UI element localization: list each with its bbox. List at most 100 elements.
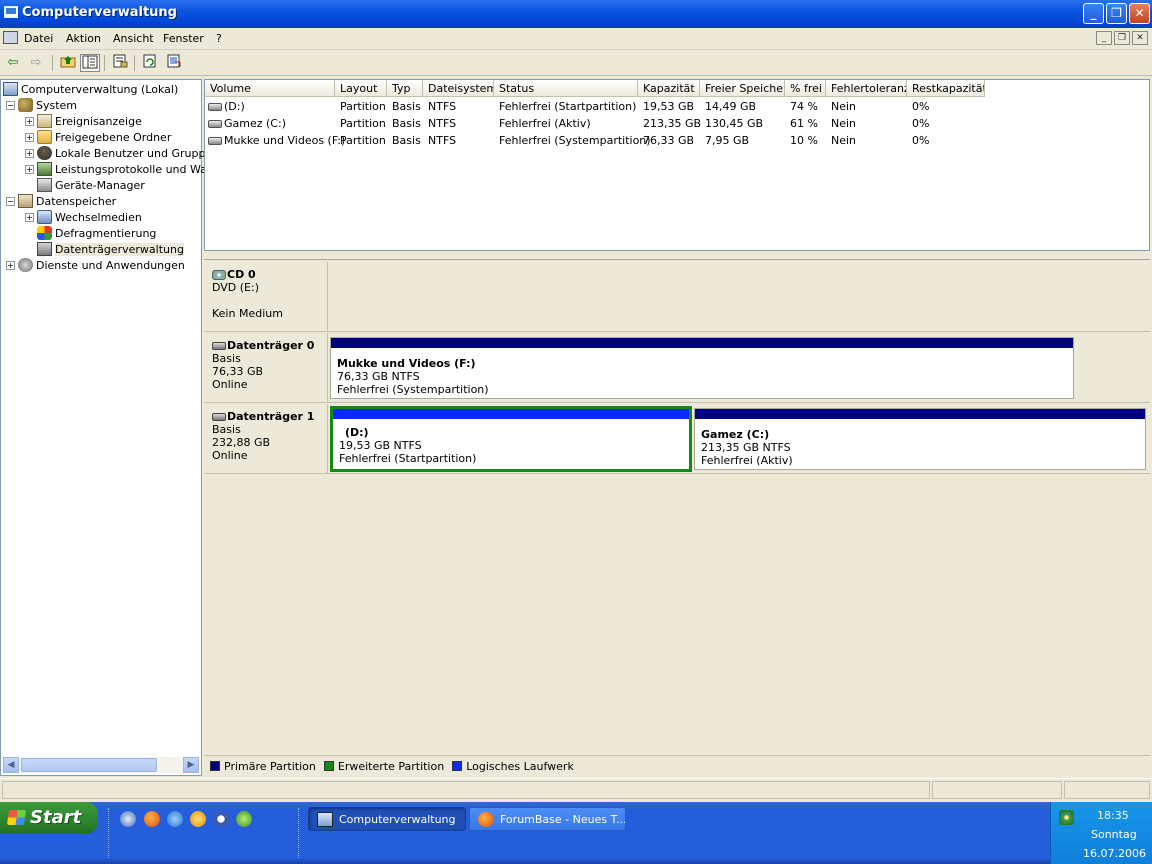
partition-d[interactable]: (D:) 19,53 GB NTFS Fehlerfrei (Startpart…: [330, 406, 692, 472]
cell-fehlertoleranz: Nein: [831, 100, 857, 113]
tree-item-geraete-manager[interactable]: Geräte-Manager: [37, 177, 145, 193]
tree-item-ereignisanzeige[interactable]: + Ereignisanzeige: [25, 113, 142, 129]
disk-body-0: Mukke und Videos (F:) 76,33 GB NTFS Fehl…: [328, 333, 1150, 402]
tree-item-label: Ereignisanzeige: [55, 114, 142, 128]
expand-icon[interactable]: +: [25, 116, 34, 126]
clock-time[interactable]: 18:35: [1097, 809, 1129, 822]
col-header-restkapazitaet[interactable]: Restkapazität: [907, 80, 985, 97]
tree-item-wechselmedien[interactable]: + Wechselmedien: [25, 209, 142, 225]
tree-item-system[interactable]: − System: [6, 97, 77, 113]
defrag-icon: [37, 226, 52, 240]
tree-item-datentraegerverwaltung[interactable]: Datenträgerverwaltung: [37, 241, 184, 257]
col-header-freier-speicher[interactable]: Freier Speicher: [700, 80, 785, 97]
disk-row-0[interactable]: Datenträger 0 Basis 76,33 GB Online Mukk…: [204, 333, 1150, 403]
expand-icon[interactable]: +: [25, 212, 34, 222]
volume-row[interactable]: Mukke und Videos (F:) Partition Basis NT…: [205, 132, 1149, 149]
app-icon[interactable]: [236, 811, 252, 827]
winamp-icon[interactable]: [190, 811, 206, 827]
tree-item-freigegebene-ordner[interactable]: + Freigegebene Ordner: [25, 129, 171, 145]
menu-ansicht[interactable]: Ansicht: [113, 32, 154, 45]
system-tray: 18:35 Sonntag 16.07.2006: [1050, 802, 1152, 864]
cell-restkapazitaet: 0%: [912, 117, 930, 130]
computer-icon: [3, 82, 18, 96]
cell-volume: (D:): [224, 100, 245, 113]
menu-aktion[interactable]: Aktion: [66, 32, 101, 45]
partition-c[interactable]: Gamez (C:) 213,35 GB NTFS Fehlerfrei (Ak…: [694, 408, 1146, 470]
minimize-button[interactable]: _: [1083, 3, 1104, 24]
mdi-close-button[interactable]: ✕: [1132, 31, 1148, 45]
show-desktop-icon[interactable]: [120, 811, 136, 827]
disk-row-cd0[interactable]: CD 0 DVD (E:) Kein Medium: [204, 262, 1150, 332]
cell-dateisystem: NTFS: [428, 117, 457, 130]
tree-item-defragmentierung[interactable]: Defragmentierung: [37, 225, 156, 241]
collapse-icon[interactable]: −: [6, 100, 15, 110]
disk-label-cd0[interactable]: CD 0 DVD (E:) Kein Medium: [204, 262, 328, 331]
menu-datei[interactable]: Datei: [24, 32, 53, 45]
col-header-typ[interactable]: Typ: [387, 80, 423, 97]
scroll-right-icon[interactable]: ▶: [183, 757, 199, 773]
expand-icon[interactable]: +: [25, 148, 34, 158]
menu-fenster[interactable]: Fenster: [163, 32, 204, 45]
col-header-fehlertoleranz[interactable]: Fehlertoleranz: [826, 80, 907, 97]
tree-item-datenspeicher[interactable]: − Datenspeicher: [6, 193, 116, 209]
disk-label-1[interactable]: Datenträger 1 Basis 232,88 GB Online: [204, 404, 328, 473]
cell-typ: Basis: [392, 100, 421, 113]
menu-help[interactable]: ?: [216, 32, 222, 45]
tree-item-lokale-benutzer[interactable]: + Lokale Benutzer und Gruppen: [25, 145, 219, 161]
start-button[interactable]: Start: [0, 802, 98, 834]
pane-splitter[interactable]: [204, 251, 1150, 259]
volume-row[interactable]: (D:) Partition Basis NTFS Fehlerfrei (St…: [205, 98, 1149, 115]
refresh-icon[interactable]: [140, 54, 160, 72]
cell-dateisystem: NTFS: [428, 134, 457, 147]
horizontal-scrollbar[interactable]: ◀ ▶: [3, 757, 199, 773]
disk-type: Basis: [212, 423, 241, 436]
maximize-button[interactable]: ❐: [1106, 3, 1127, 24]
scroll-left-icon[interactable]: ◀: [3, 757, 19, 773]
scroll-thumb[interactable]: [21, 758, 157, 772]
up-folder-icon[interactable]: [58, 54, 78, 72]
task-computerverwaltung[interactable]: Computerverwaltung: [308, 807, 466, 831]
col-header-volume[interactable]: Volume: [205, 80, 335, 97]
task-forumbase[interactable]: ForumBase - Neues T...: [469, 807, 626, 831]
cell-kapazitaet: 76,33 GB: [643, 134, 695, 147]
col-header-status[interactable]: Status: [494, 80, 638, 97]
event-viewer-icon: [37, 114, 52, 128]
partition-f[interactable]: Mukke und Videos (F:) 76,33 GB NTFS Fehl…: [330, 337, 1074, 399]
firefox-icon[interactable]: [144, 811, 160, 827]
disk-label-0[interactable]: Datenträger 0 Basis 76,33 GB Online: [204, 333, 328, 402]
computer-management-icon: [4, 6, 18, 18]
disk-state: Online: [212, 449, 248, 462]
mdi-restore-button[interactable]: ❐: [1114, 31, 1130, 45]
window-title: Computerverwaltung: [22, 5, 177, 20]
volume-row[interactable]: Gamez (C:) Partition Basis NTFS Fehlerfr…: [205, 115, 1149, 132]
forward-icon[interactable]: ⇨: [26, 54, 46, 72]
expand-icon[interactable]: +: [25, 164, 34, 174]
collapse-icon[interactable]: −: [6, 196, 15, 206]
disk-row-1[interactable]: Datenträger 1 Basis 232,88 GB Online (D:…: [204, 404, 1150, 474]
system-tools-icon: [18, 98, 33, 112]
col-header-kapazitaet[interactable]: Kapazität: [638, 80, 700, 97]
close-button[interactable]: ✕: [1129, 3, 1150, 24]
system-menu-icon[interactable]: [3, 31, 18, 44]
col-header-prozent-frei[interactable]: % frei: [785, 80, 826, 97]
tray-app-icon[interactable]: [1059, 810, 1074, 825]
cell-freier-speicher: 7,95 GB: [705, 134, 750, 147]
media-player-icon[interactable]: [213, 811, 229, 827]
expand-icon[interactable]: +: [6, 260, 15, 270]
internet-explorer-icon[interactable]: [167, 811, 183, 827]
col-header-layout[interactable]: Layout: [335, 80, 387, 97]
show-tree-icon[interactable]: [80, 54, 100, 72]
toolbar-separator: [52, 55, 53, 71]
mdi-minimize-button[interactable]: _: [1096, 31, 1112, 45]
tree-item-dienste[interactable]: + Dienste und Anwendungen: [6, 257, 185, 273]
tree-root[interactable]: Computerverwaltung (Lokal): [3, 81, 178, 97]
properties-icon[interactable]: [110, 54, 130, 72]
export-list-icon[interactable]: [164, 54, 184, 72]
cell-fehlertoleranz: Nein: [831, 134, 857, 147]
legend-item: Primäre Partition: [210, 760, 316, 773]
status-bar: [0, 778, 1152, 800]
col-header-dateisystem[interactable]: Dateisystem: [423, 80, 494, 97]
back-icon[interactable]: ⇦: [3, 54, 23, 72]
disk-body-cd0: [328, 262, 1150, 331]
expand-icon[interactable]: +: [25, 132, 34, 142]
